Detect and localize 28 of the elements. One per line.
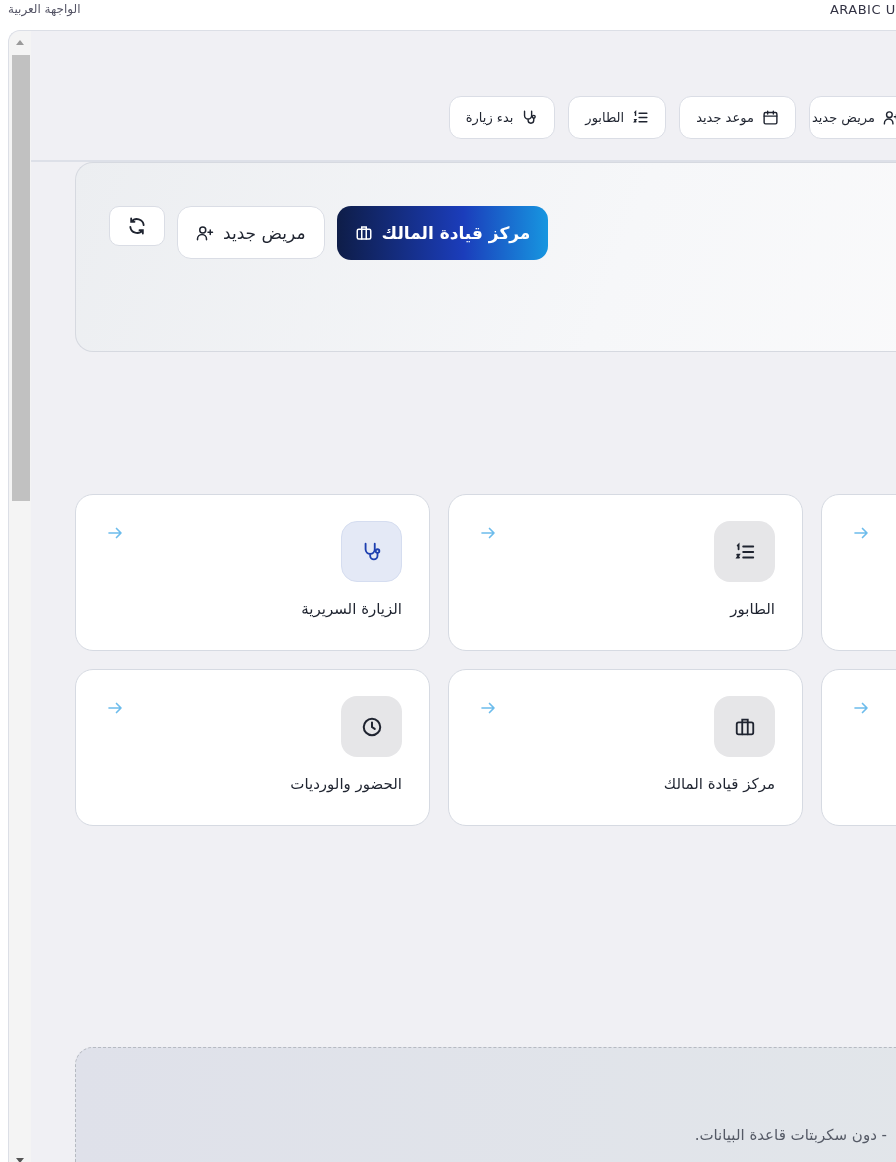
toolbar-button[interactable]: مريض جديد [808,96,896,139]
toolbar-button[interactable]: موعد جديد [679,96,796,139]
scrollbar-thumb[interactable] [12,55,30,501]
user-plus-icon [883,109,896,126]
refresh-icon [127,216,147,236]
card-title: الحضور والورديات [290,775,402,793]
scroll-up-icon[interactable] [16,40,24,45]
user-plus-icon [196,223,214,242]
card-title: الزيارة السريرية [301,600,402,618]
stethoscope-icon [521,109,539,126]
header-title: ARABIC UI [829,2,896,17]
toolbar-button[interactable]: بدء زيارة [448,96,556,139]
briefcase-icon [354,224,373,242]
calendar-icon [761,109,779,126]
shortcut-card[interactable]: الحضور والورديات [75,669,430,826]
shortcut-card[interactable]: الطابور [448,494,803,651]
card-title: الطابور [730,600,775,618]
owner-center-button[interactable]: مركز قيادة المالك [336,206,549,260]
header-subtitle: الواجهة العربية [8,2,81,16]
toolbar-button[interactable]: الطابور [568,96,667,139]
new-patient-button[interactable]: مريض جديد [177,206,325,259]
scroll-down-icon[interactable] [16,1158,24,1162]
clock-icon [360,715,383,738]
card-title: مركز قيادة المالك [663,775,775,793]
shortcut-card[interactable]: الزيارة السريرية [75,494,430,651]
note-text: - دون سكربتات قاعدة البيانات. [693,1126,887,1144]
refresh-button[interactable] [109,206,165,246]
shortcut-card[interactable]: مركز قيادة المالك [448,669,803,826]
